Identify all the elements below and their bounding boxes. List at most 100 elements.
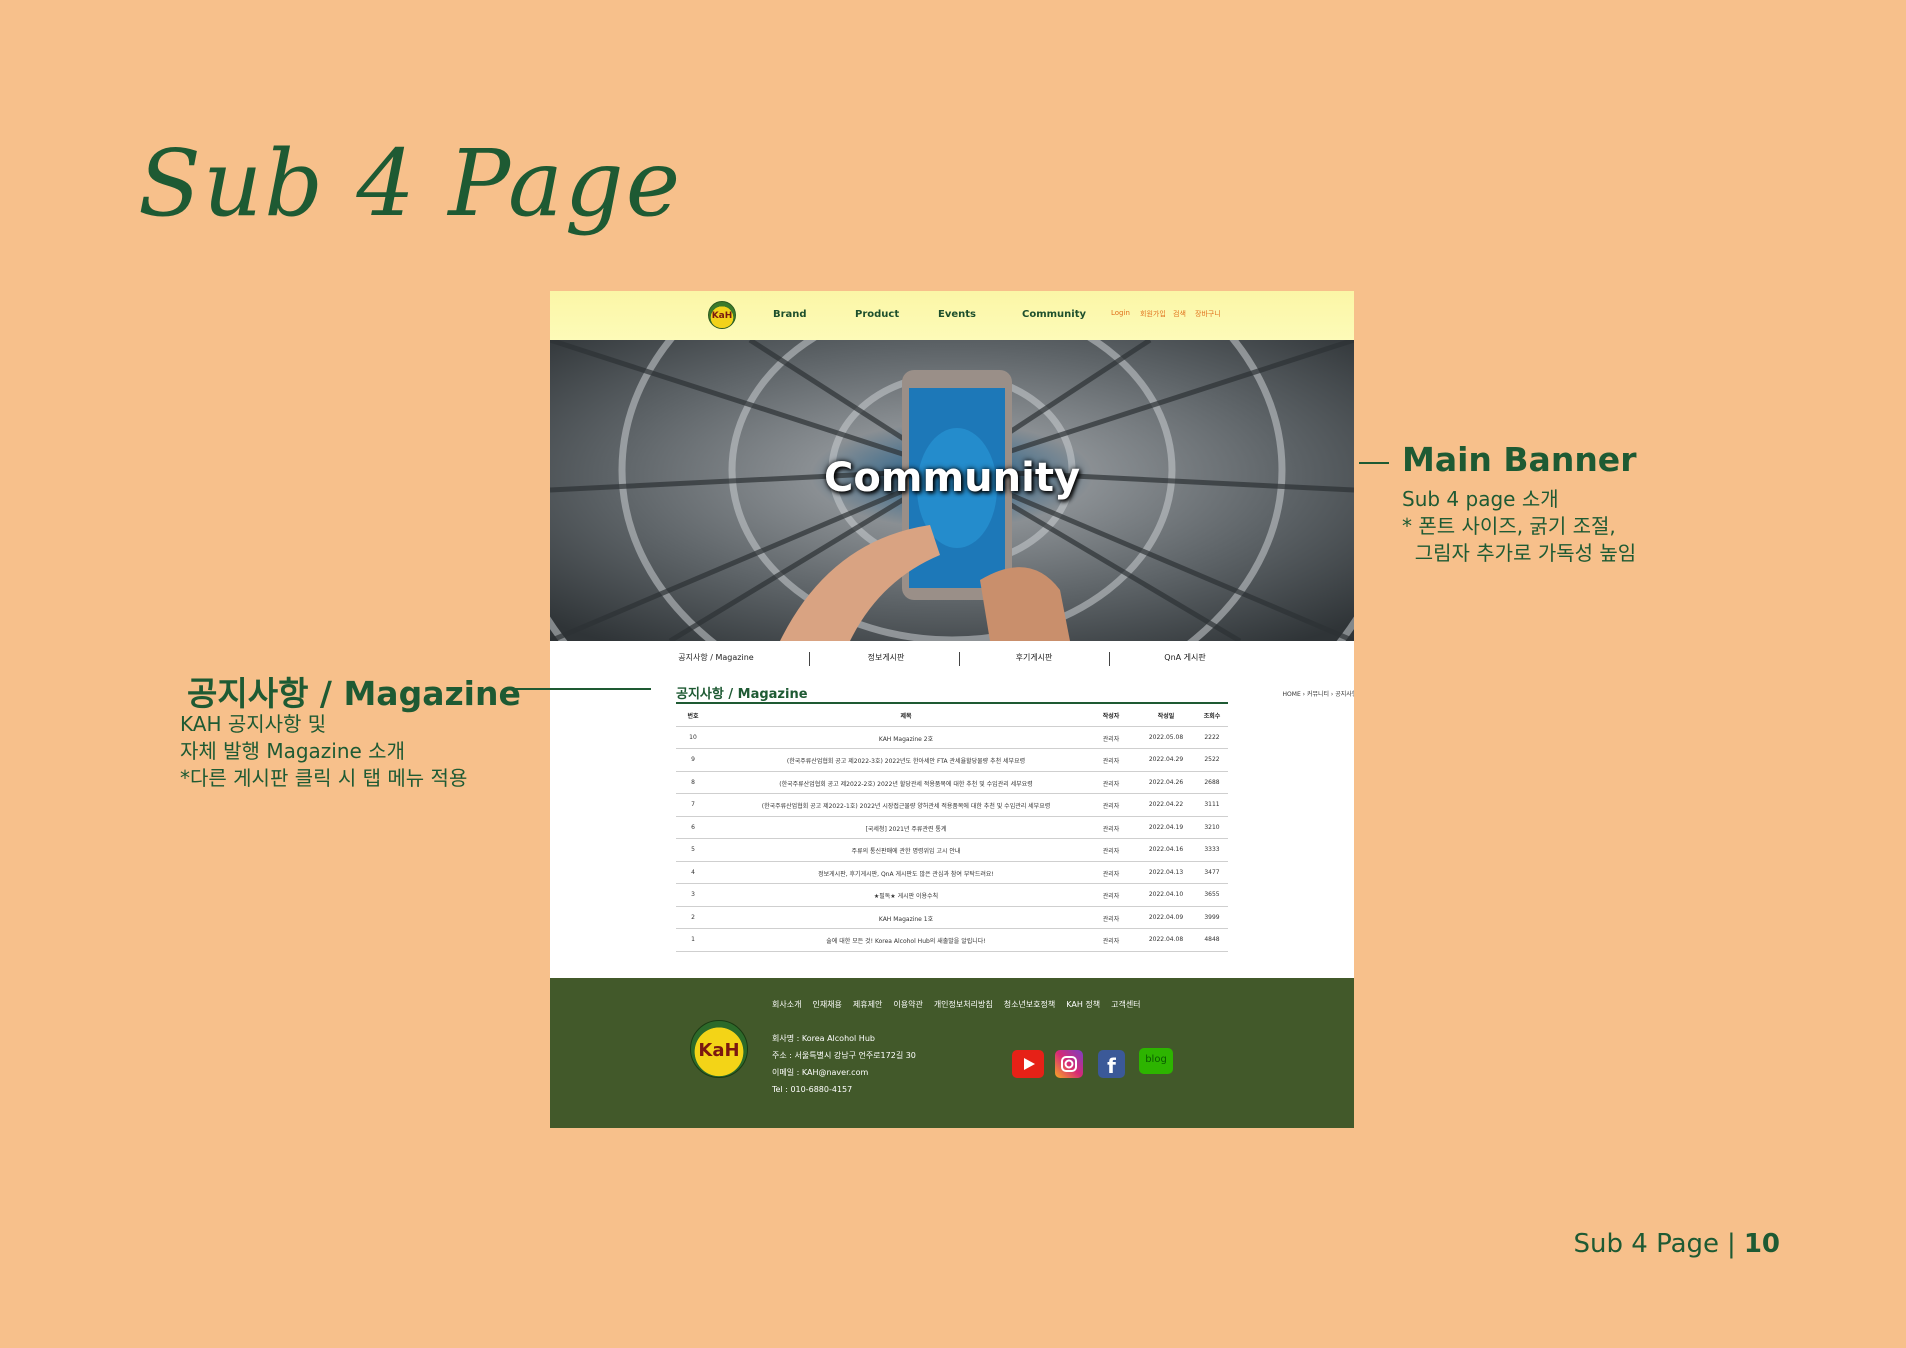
row-views: 3477 — [1204, 868, 1220, 876]
board-connector-line — [511, 688, 651, 690]
row-number: 4 — [691, 868, 695, 876]
annotation-line: *다른 게시판 클릭 시 탭 메뉴 적용 — [180, 766, 468, 790]
nav-community[interactable]: Community — [1022, 309, 1086, 320]
annotation-line: * 폰트 사이즈, 굵기 조절, — [1402, 514, 1616, 538]
tab-info-board[interactable]: 정보게시판 — [811, 652, 961, 663]
col-views: 조회수 — [1203, 713, 1221, 720]
blog-icon[interactable]: blog — [1139, 1048, 1173, 1074]
col-title: 제목 — [900, 713, 912, 720]
breadcrumb: HOME › 커뮤니티 › 공지사항/Magazine — [1282, 691, 1354, 698]
footer-link[interactable]: KAH 정책 — [1066, 1000, 1100, 1009]
footer-link[interactable]: 개인정보처리방침 — [934, 1000, 993, 1009]
login-link[interactable]: Login — [1111, 309, 1130, 317]
row-title[interactable]: (한국주류산업협회 공고 제2022-1호) 2022년 시장접근물량 양허관세… — [716, 801, 1096, 810]
footer-link[interactable]: 이용약관 — [893, 1000, 922, 1009]
tab-review-board[interactable]: 후기게시판 — [959, 652, 1109, 663]
youtube-icon[interactable] — [1012, 1050, 1044, 1078]
nav-events[interactable]: Events — [938, 309, 976, 320]
site-footer: 회사소개 인재채용 제휴제안 이용약관 개인정보처리방침 청소년보호정책 KAH 정책 고객센… — [550, 978, 1354, 1128]
footer-links: 회사소개 인재채용 제휴제안 이용약관 개인정보처리방침 청소년보호정책 KAH 정책 고객센… — [772, 999, 1152, 1010]
board-title: 공지사항 / Magazine — [676, 687, 808, 702]
company-address: 주소 : 서울특별시 강남구 언주로172길 30 — [772, 1051, 916, 1060]
row-number: 6 — [691, 823, 695, 831]
row-title[interactable]: KAH Magazine 2호 — [716, 734, 1096, 743]
table-header-row: 번호 제목 작성자 작성일 조회수 — [676, 704, 1228, 727]
row-views: 2522 — [1204, 756, 1220, 763]
row-number: 9 — [691, 756, 695, 763]
page-number: Sub 4 Page | 10 — [1574, 1229, 1780, 1259]
banner-connector-line — [1359, 462, 1389, 464]
table-row[interactable]: 3 ★필독★ 게시판 이용수칙 관리자 2022.04.10 3655 — [676, 884, 1228, 907]
row-date: 2022.04.19 — [1148, 823, 1184, 831]
table-row[interactable]: 1 술에 대한 모든 것! Korea Alcohol Hub의 새출발을 알립니… — [676, 929, 1228, 952]
site-logo[interactable]: KaH — [708, 301, 736, 329]
row-number: 5 — [691, 846, 695, 853]
row-views: 3111 — [1204, 801, 1220, 808]
row-title[interactable]: (한국주류산업협회 공고 제2022-2호) 2022년 할당관세 적용품목에 … — [716, 779, 1096, 788]
footer-link[interactable]: 제휴제안 — [853, 1000, 882, 1009]
row-date: 2022.04.29 — [1148, 756, 1184, 763]
row-views: 2222 — [1204, 733, 1220, 741]
banner-title: Community — [823, 455, 1081, 501]
row-number: 7 — [691, 801, 695, 808]
row-number: 8 — [691, 778, 695, 786]
nav-brand[interactable]: Brand — [773, 309, 807, 320]
table-row[interactable]: 4 정보게시판, 후기게시판, QnA 게시판도 많은 관심과 참여 부탁드려요!… — [676, 862, 1228, 884]
table-row[interactable]: 9 (한국주류산업협회 공고 제2022-3호) 2022년도 한아세안 FTA … — [676, 749, 1228, 772]
page-separator: | — [1727, 1229, 1736, 1259]
row-date: 2022.05.08 — [1148, 733, 1184, 741]
row-date: 2022.04.16 — [1148, 846, 1184, 853]
row-author: 관리자 — [1102, 848, 1120, 855]
footer-link[interactable]: 고객센터 — [1111, 1000, 1140, 1009]
page-index: 10 — [1743, 1229, 1780, 1259]
row-author: 관리자 — [1102, 825, 1120, 833]
board-tabs: 공지사항 / Magazine 정보게시판 후기게시판 QnA 게시판 — [550, 652, 1354, 670]
search-link[interactable]: 검색 — [1173, 309, 1186, 319]
notice-table: 번호 제목 작성자 작성일 조회수 10 KAH Magazine 2호관리자 20… — [676, 704, 1228, 952]
row-title[interactable]: 주류의 통신판매에 관한 명령위임 고시 안내 — [716, 846, 1096, 855]
board-annotation-heading: 공지사항 / Magazine — [187, 674, 521, 713]
footer-link[interactable]: 청소년보호정책 — [1004, 1000, 1056, 1009]
row-title[interactable]: [국세청] 2021년 주류관련 통계 — [716, 824, 1096, 833]
row-title[interactable]: (한국주류산업협회 공고 제2022-3호) 2022년도 한아세안 FTA 관… — [716, 756, 1096, 765]
table-row[interactable]: 10 KAH Magazine 2호 관리자 2022.05.08 2222 — [676, 727, 1228, 749]
nav-product[interactable]: Product — [855, 309, 899, 320]
row-views: 3333 — [1204, 846, 1220, 853]
board-annotation-text: KAH 공지사항 및 자체 발행 Magazine 소개 *다른 게시판 클릭 … — [180, 711, 467, 792]
footer-link[interactable]: 인재채용 — [812, 1000, 841, 1009]
signup-link[interactable]: 회원가입 — [1140, 309, 1166, 319]
facebook-icon[interactable]: f — [1098, 1050, 1125, 1078]
table-row[interactable]: 5 주류의 통신판매에 관한 명령위임 고시 안내 관리자 2022.04.16 333… — [676, 839, 1228, 862]
annotation-line: 그림자 추가로 가독성 높임 — [1402, 541, 1637, 565]
row-date: 2022.04.09 — [1148, 913, 1184, 921]
row-title[interactable]: 술에 대한 모든 것! Korea Alcohol Hub의 새출발을 알립니다… — [716, 936, 1096, 945]
row-number: 10 — [689, 733, 697, 741]
row-title[interactable]: KAH Magazine 1호 — [716, 914, 1096, 923]
table-row[interactable]: 2 KAH Magazine 1호 관리자 2022.04.09 3999 — [676, 907, 1228, 929]
col-author: 작성자 — [1102, 713, 1120, 720]
row-author: 관리자 — [1102, 893, 1120, 900]
slide-title: Sub 4 Page — [138, 130, 683, 237]
row-author: 관리자 — [1102, 938, 1120, 945]
footer-logo: KaH — [690, 1020, 748, 1078]
row-title[interactable]: ★필독★ 게시판 이용수칙 — [716, 891, 1096, 900]
instagram-icon[interactable] — [1055, 1050, 1083, 1078]
row-title[interactable]: 정보게시판, 후기게시판, QnA 게시판도 많은 관심과 참여 부탁드려요! — [716, 869, 1096, 878]
table-row[interactable]: 6 [국세청] 2021년 주류관련 통계 관리자 2022.04.19 3210 — [676, 817, 1228, 839]
tab-qna-board[interactable]: QnA 게시판 — [1110, 652, 1260, 663]
row-author: 관리자 — [1102, 758, 1120, 765]
company-tel: Tel : 010-6880-4157 — [772, 1085, 853, 1094]
banner-annotation-text: Sub 4 page 소개 * 폰트 사이즈, 굵기 조절, 그림자 추가로 가… — [1402, 486, 1636, 567]
row-views: 2688 — [1204, 778, 1220, 786]
table-row[interactable]: 8 (한국주류산업협회 공고 제2022-2호) 2022년 할당관세 적용품목에… — [676, 772, 1228, 794]
tab-divider — [809, 652, 810, 666]
page-label: Sub 4 Page — [1573, 1229, 1720, 1259]
row-views: 3999 — [1204, 913, 1220, 921]
footer-link[interactable]: 회사소개 — [772, 1000, 801, 1009]
row-author: 관리자 — [1102, 803, 1120, 810]
cart-link[interactable]: 장바구니 — [1195, 309, 1221, 319]
row-date: 2022.04.08 — [1148, 936, 1184, 943]
row-date: 2022.04.22 — [1148, 801, 1184, 808]
table-row[interactable]: 7 (한국주류산업협회 공고 제2022-1호) 2022년 시장접근물량 양허관… — [676, 794, 1228, 817]
tab-notice-magazine[interactable]: 공지사항 / Magazine — [641, 652, 791, 663]
